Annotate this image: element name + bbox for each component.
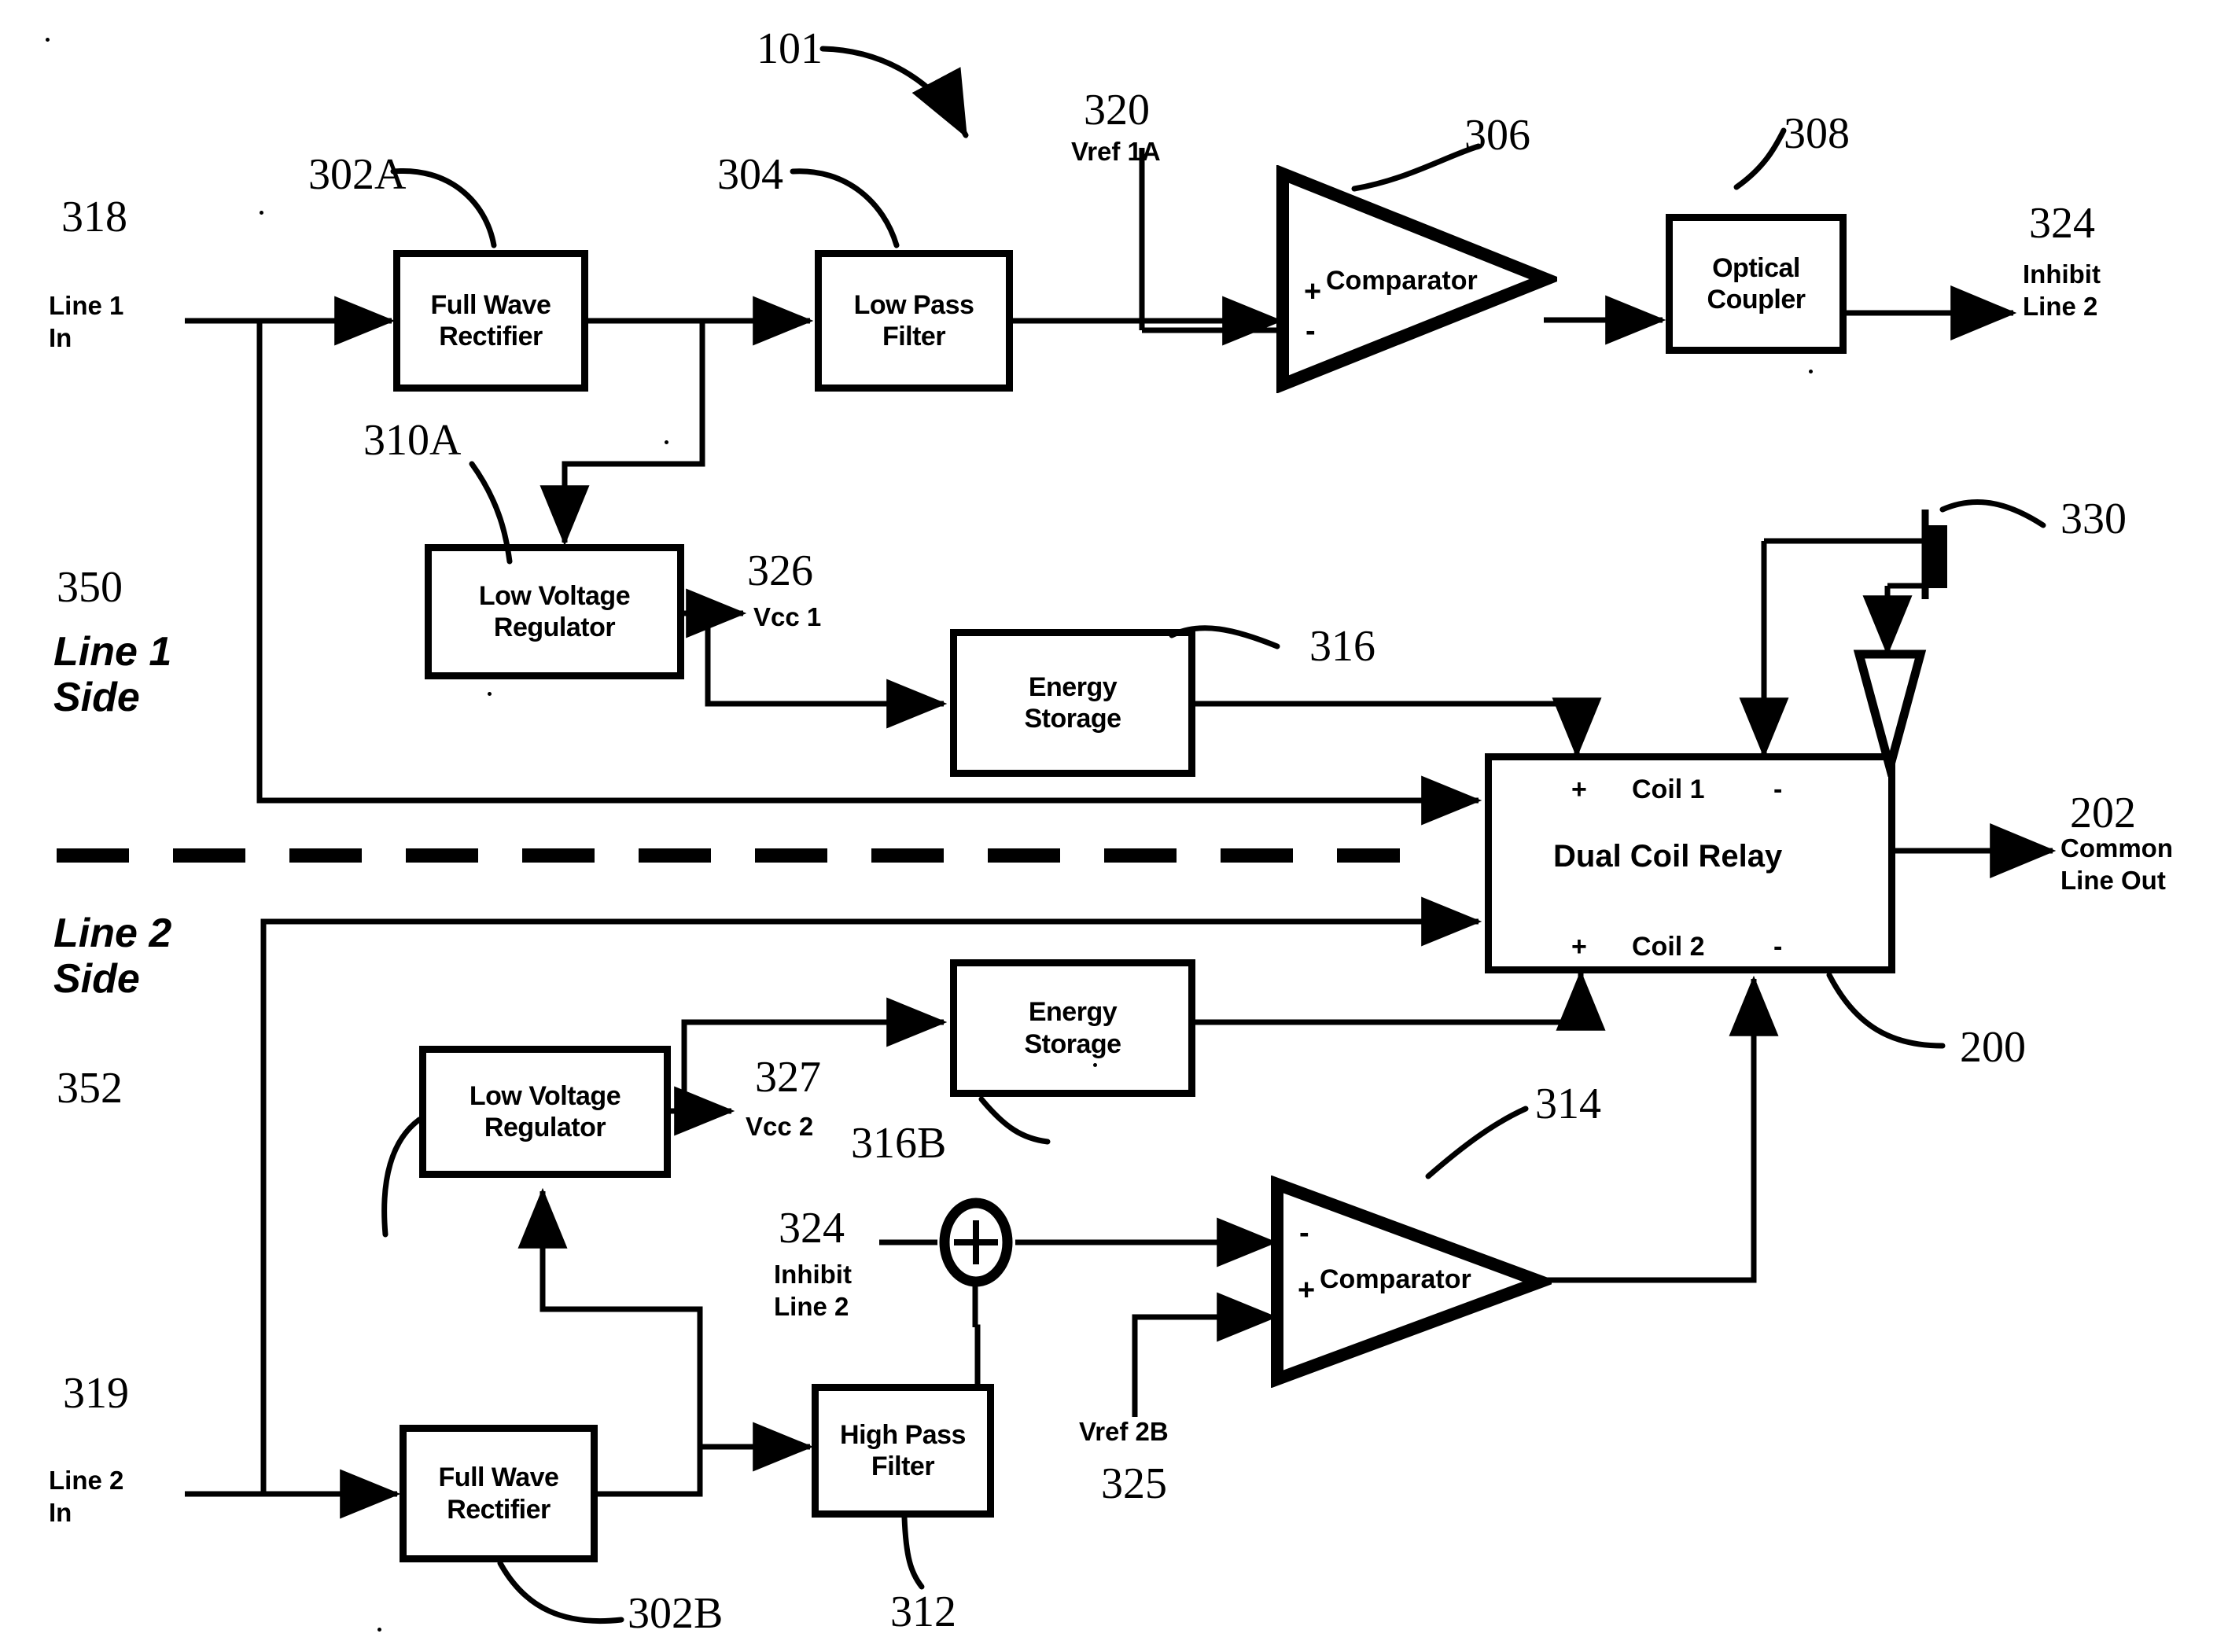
block-low-pass-filter[interactable]: Low Pass Filter bbox=[815, 250, 1013, 392]
ref-326: 326 bbox=[747, 546, 813, 595]
comparator-2-plus-sign: + bbox=[1298, 1274, 1316, 1307]
block-full-wave-rectifier-2[interactable]: Full Wave Rectifier bbox=[400, 1425, 598, 1562]
block-energy-storage-2[interactable]: Energy Storage bbox=[950, 959, 1195, 1097]
ref-350: 350 bbox=[57, 563, 123, 612]
ref-324-bottom: 324 bbox=[779, 1204, 845, 1253]
comparator-1-label: Comparator bbox=[1326, 266, 1478, 296]
scan-speck bbox=[377, 1628, 381, 1632]
relay-coil1-label: Coil 1 bbox=[1632, 774, 1705, 804]
relay-coil2-minus: - bbox=[1773, 932, 1783, 962]
block-low-voltage-regulator-2[interactable]: Low Voltage Regulator bbox=[419, 1046, 671, 1178]
scan-speck bbox=[46, 38, 50, 42]
scan-speck bbox=[1809, 370, 1813, 373]
block-label: Full Wave Rectifier bbox=[430, 289, 551, 351]
block-label: Energy Storage bbox=[1024, 671, 1121, 734]
ref-101: 101 bbox=[757, 24, 823, 73]
relay-coil2-plus: + bbox=[1571, 932, 1587, 962]
block-energy-storage-1[interactable]: Energy Storage bbox=[950, 629, 1195, 777]
block-low-voltage-regulator-1[interactable]: Low Voltage Regulator bbox=[425, 544, 684, 679]
wire-lvr1-to-es1 bbox=[705, 613, 948, 729]
comparator-1-minus-sign: - bbox=[1305, 315, 1316, 348]
block-label: High Pass Filter bbox=[840, 1419, 966, 1481]
ref-202: 202 bbox=[2070, 789, 2136, 837]
ref-318: 318 bbox=[61, 193, 127, 241]
ref-316B: 316B bbox=[851, 1119, 947, 1168]
label-common-line-out: Common Line Out bbox=[2060, 833, 2173, 896]
block-label: Energy Storage bbox=[1024, 997, 1121, 1059]
ref-312: 312 bbox=[890, 1588, 956, 1636]
wiring-layer bbox=[57, 148, 2057, 1519]
scan-speck bbox=[260, 211, 263, 215]
ref-200: 200 bbox=[1960, 1023, 2026, 1072]
label-line2-in: Line 2 In bbox=[49, 1466, 124, 1528]
ref-308: 308 bbox=[1784, 109, 1850, 158]
block-label: Optical Coupler bbox=[1707, 252, 1806, 315]
ref-319: 319 bbox=[63, 1369, 129, 1418]
ref-325: 325 bbox=[1101, 1459, 1167, 1508]
label-inhibit-line2-in: Inhibit Line 2 bbox=[774, 1260, 852, 1322]
block-label: Low Voltage Regulator bbox=[469, 1080, 621, 1142]
summing-junction-symbol[interactable] bbox=[933, 1195, 1019, 1290]
relay-title: Dual Coil Relay bbox=[1553, 839, 1783, 874]
label-vref-1a: Vref 1A bbox=[1071, 137, 1161, 166]
ref-324-top: 324 bbox=[2029, 199, 2095, 248]
wire-es2-to-relay-coil2-minus bbox=[1195, 969, 1606, 1031]
ref-327: 327 bbox=[755, 1053, 821, 1102]
label-vcc-1: Vcc 1 bbox=[753, 602, 822, 631]
scan-speck bbox=[1093, 1063, 1097, 1067]
block-label: Low Pass Filter bbox=[853, 289, 974, 351]
label-line1-in: Line 1 In bbox=[49, 291, 124, 353]
block-label: Full Wave Rectifier bbox=[438, 1463, 559, 1525]
ref-304: 304 bbox=[717, 150, 783, 199]
label-line1-side: Line 1 Side bbox=[53, 629, 172, 721]
comparator-2-minus-sign: - bbox=[1299, 1216, 1309, 1249]
ref-310A: 310A bbox=[363, 416, 462, 465]
label-vref-2b: Vref 2B bbox=[1079, 1417, 1169, 1446]
label-line2-side: Line 2 Side bbox=[53, 911, 172, 1003]
label-inhibit-line2-out: Inhibit Line 2 bbox=[2023, 259, 2101, 322]
block-high-pass-filter[interactable]: High Pass Filter bbox=[812, 1384, 994, 1518]
comparator-2-label: Comparator bbox=[1320, 1264, 1471, 1294]
label-vcc-2: Vcc 2 bbox=[746, 1112, 814, 1141]
wire-hpf-to-sum-vertical bbox=[974, 1324, 981, 1384]
ref-302A: 302A bbox=[308, 150, 407, 199]
wire-vref2b-to-cmp2-plus bbox=[1132, 1292, 1278, 1417]
wire-es1-to-relay-coil1-minus bbox=[1195, 697, 1602, 759]
ref-306: 306 bbox=[1464, 111, 1530, 160]
ref-302B: 302B bbox=[628, 1589, 724, 1638]
comparator-1-plus-sign: + bbox=[1304, 275, 1322, 308]
wire-fwr2-to-hpf bbox=[598, 1422, 814, 1497]
ref-314: 314 bbox=[1535, 1080, 1601, 1128]
ground-arrow-symbol bbox=[1853, 649, 1927, 777]
relay-coil2-label: Coil 2 bbox=[1632, 932, 1705, 962]
ref-352: 352 bbox=[57, 1064, 123, 1113]
ref-320: 320 bbox=[1084, 86, 1150, 134]
relay-coil1-minus: - bbox=[1773, 774, 1783, 804]
relay-coil1-plus: + bbox=[1571, 774, 1587, 804]
figure-canvas: Full Wave Rectifier Low Pass Filter Low … bbox=[0, 0, 2239, 1652]
scan-speck bbox=[665, 440, 668, 444]
block-optical-coupler[interactable]: Optical Coupler bbox=[1666, 214, 1847, 354]
block-full-wave-rectifier-1[interactable]: Full Wave Rectifier bbox=[393, 250, 588, 392]
ref-316: 316 bbox=[1309, 622, 1375, 671]
scan-speck bbox=[488, 692, 492, 696]
zener-diode-symbol bbox=[1921, 510, 1947, 599]
block-label: Low Voltage Regulator bbox=[478, 580, 631, 642]
ref-330: 330 bbox=[2060, 495, 2127, 543]
